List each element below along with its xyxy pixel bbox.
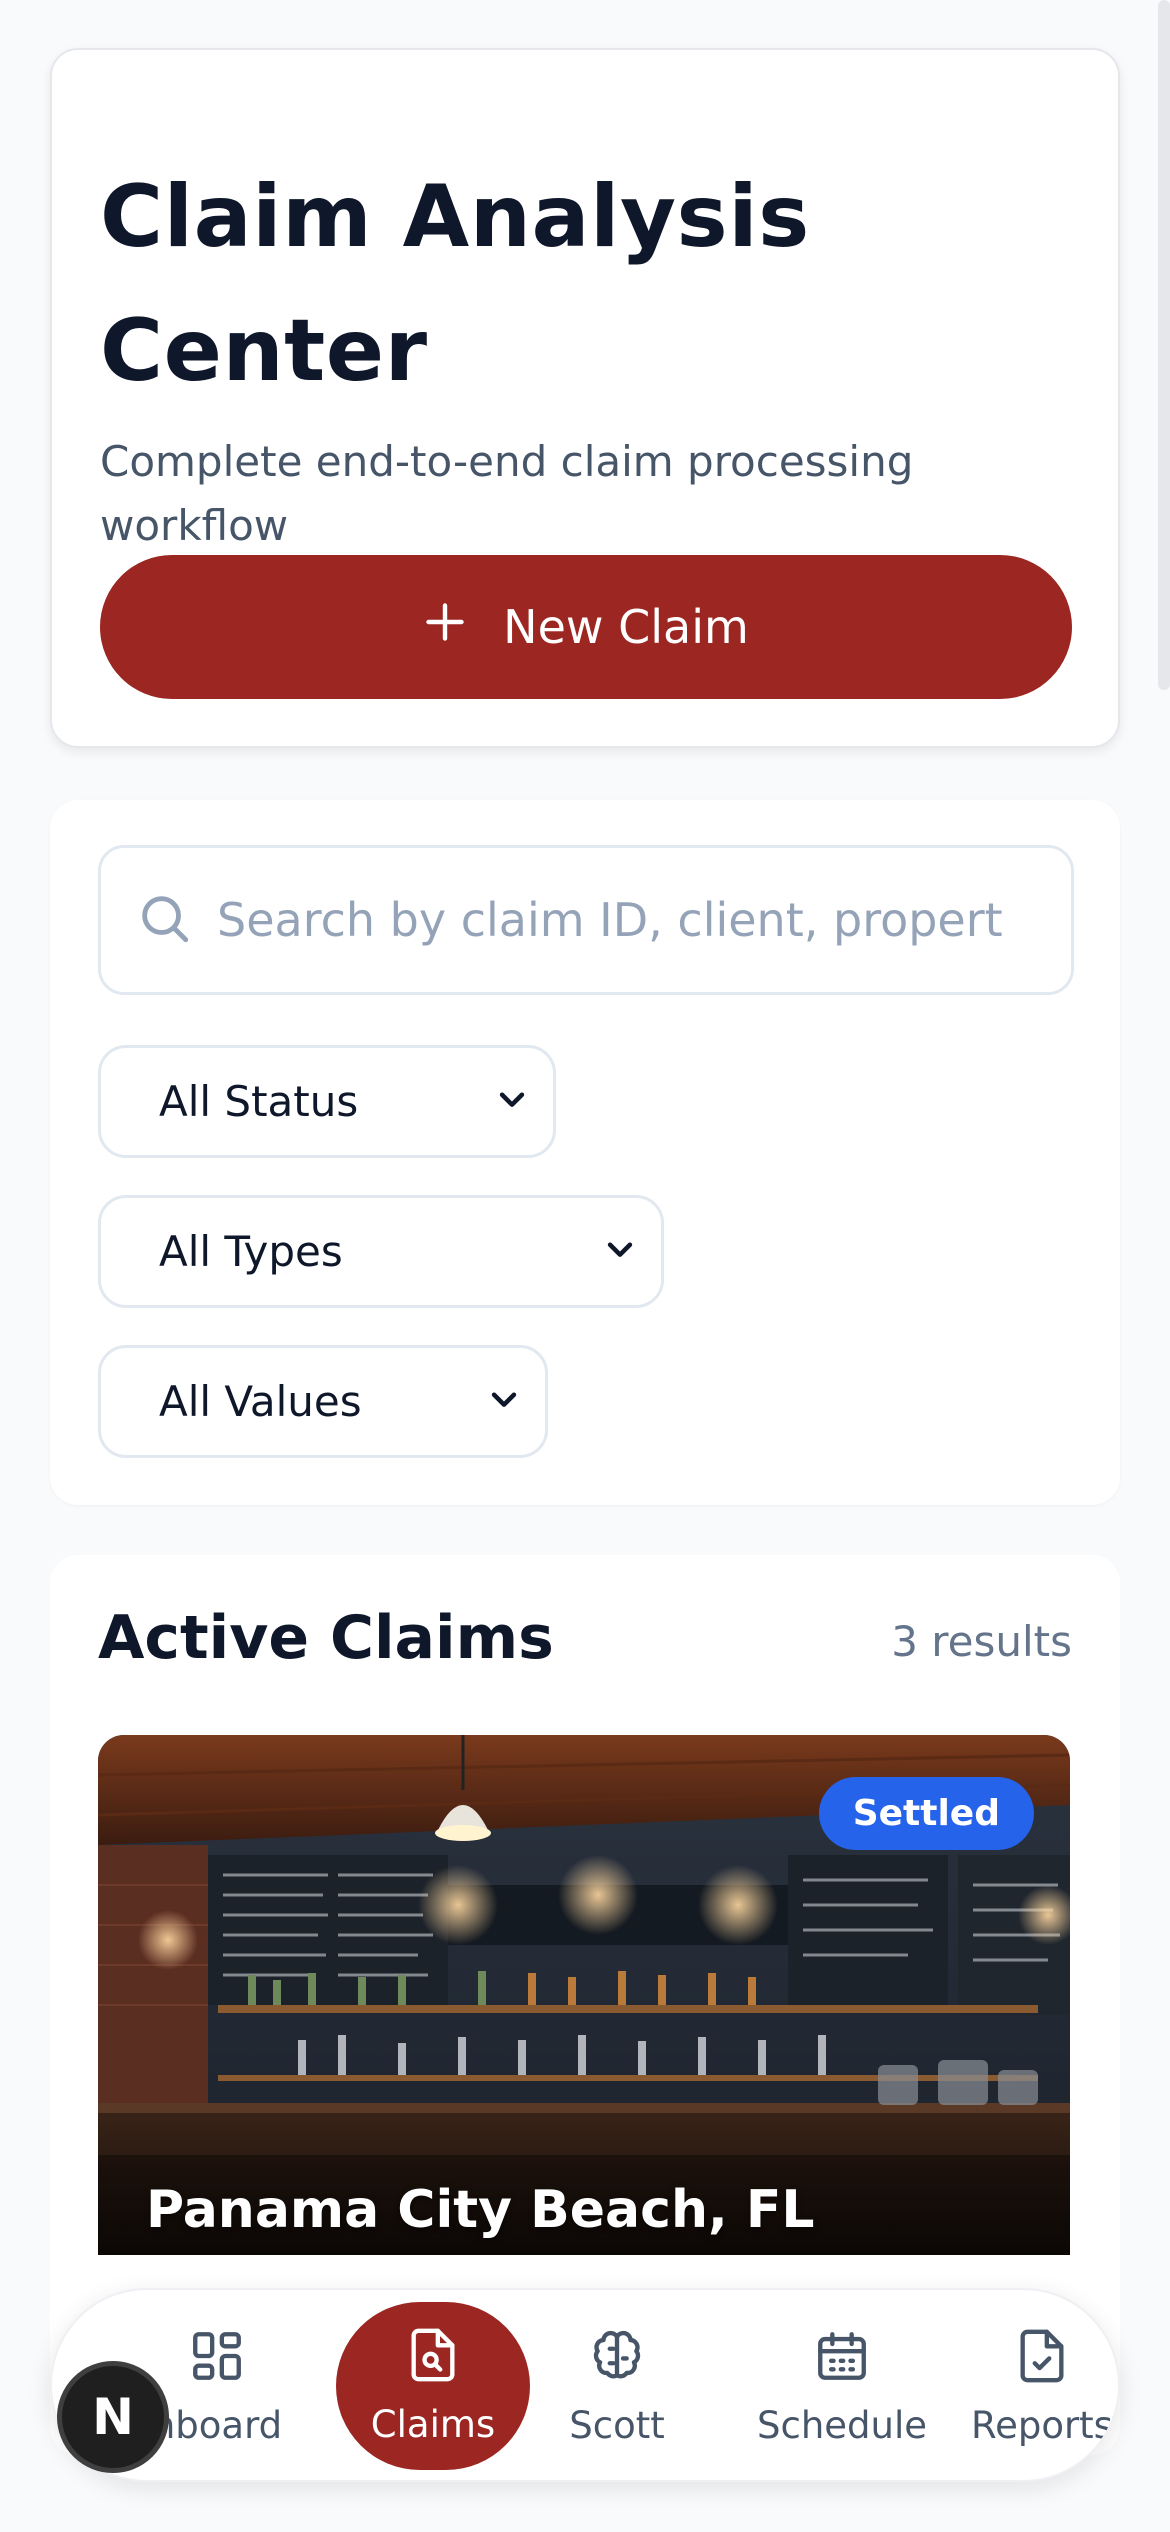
nav-schedule-label: Schedule <box>756 2404 928 2447</box>
calendar-icon <box>813 2327 871 2394</box>
search-icon <box>135 889 193 951</box>
bottom-navigation: hboard Claims Scott Schedule Reports <box>50 2288 1120 2482</box>
file-search-icon <box>404 2326 462 2393</box>
nav-claims-label: Claims <box>370 2403 496 2446</box>
search-box[interactable] <box>98 845 1074 995</box>
dashboard-grid-icon <box>188 2327 246 2394</box>
value-filter-value: All Values <box>159 1377 362 1426</box>
nav-dashboard-label: hboard <box>151 2404 283 2447</box>
results-count: 3 results <box>891 1617 1072 1666</box>
file-check-icon <box>1013 2327 1071 2394</box>
new-claim-button[interactable]: New Claim <box>100 555 1072 699</box>
status-filter-select[interactable]: All Status <box>98 1045 556 1158</box>
brain-icon <box>588 2327 646 2394</box>
status-filter-value: All Status <box>159 1077 359 1126</box>
filters-card: All Status All Types All Values <box>50 800 1120 1505</box>
avatar-initial: N <box>92 2388 134 2446</box>
chevron-down-icon <box>487 1377 521 1426</box>
value-filter-select[interactable]: All Values <box>98 1345 548 1458</box>
chevron-down-icon <box>603 1227 637 1276</box>
nav-claims[interactable]: Claims <box>336 2302 530 2470</box>
nav-scott-label: Scott <box>569 2404 665 2447</box>
plus-icon <box>423 600 467 655</box>
claim-card[interactable]: Settled Panama City Beach, FL <box>98 1735 1070 2255</box>
claim-location: Panama City Beach, FL <box>146 2180 815 2240</box>
nav-reports[interactable]: Reports <box>962 2290 1118 2480</box>
type-filter-select[interactable]: All Types <box>98 1195 664 1308</box>
page-subtitle: Complete end-to-end claim processing wor… <box>100 437 914 550</box>
search-input[interactable] <box>217 893 1017 947</box>
hero-card: Claim Analysis Center Complete end-to-en… <box>50 48 1120 748</box>
chevron-down-icon <box>495 1077 529 1126</box>
claims-page: Claim Analysis Center Complete end-to-en… <box>0 0 1170 2532</box>
nav-reports-label: Reports <box>971 2404 1113 2447</box>
status-badge: Settled <box>818 1777 1034 1850</box>
avatar[interactable]: N <box>57 2361 169 2473</box>
nav-schedule[interactable]: Schedule <box>712 2290 972 2480</box>
nav-scott[interactable]: Scott <box>532 2290 702 2480</box>
page-scrollbar[interactable] <box>1158 0 1170 690</box>
new-claim-label: New Claim <box>503 600 749 654</box>
page-title: Claim Analysis Center <box>100 167 810 401</box>
type-filter-value: All Types <box>159 1227 343 1276</box>
section-title: Active Claims <box>98 1603 554 1673</box>
